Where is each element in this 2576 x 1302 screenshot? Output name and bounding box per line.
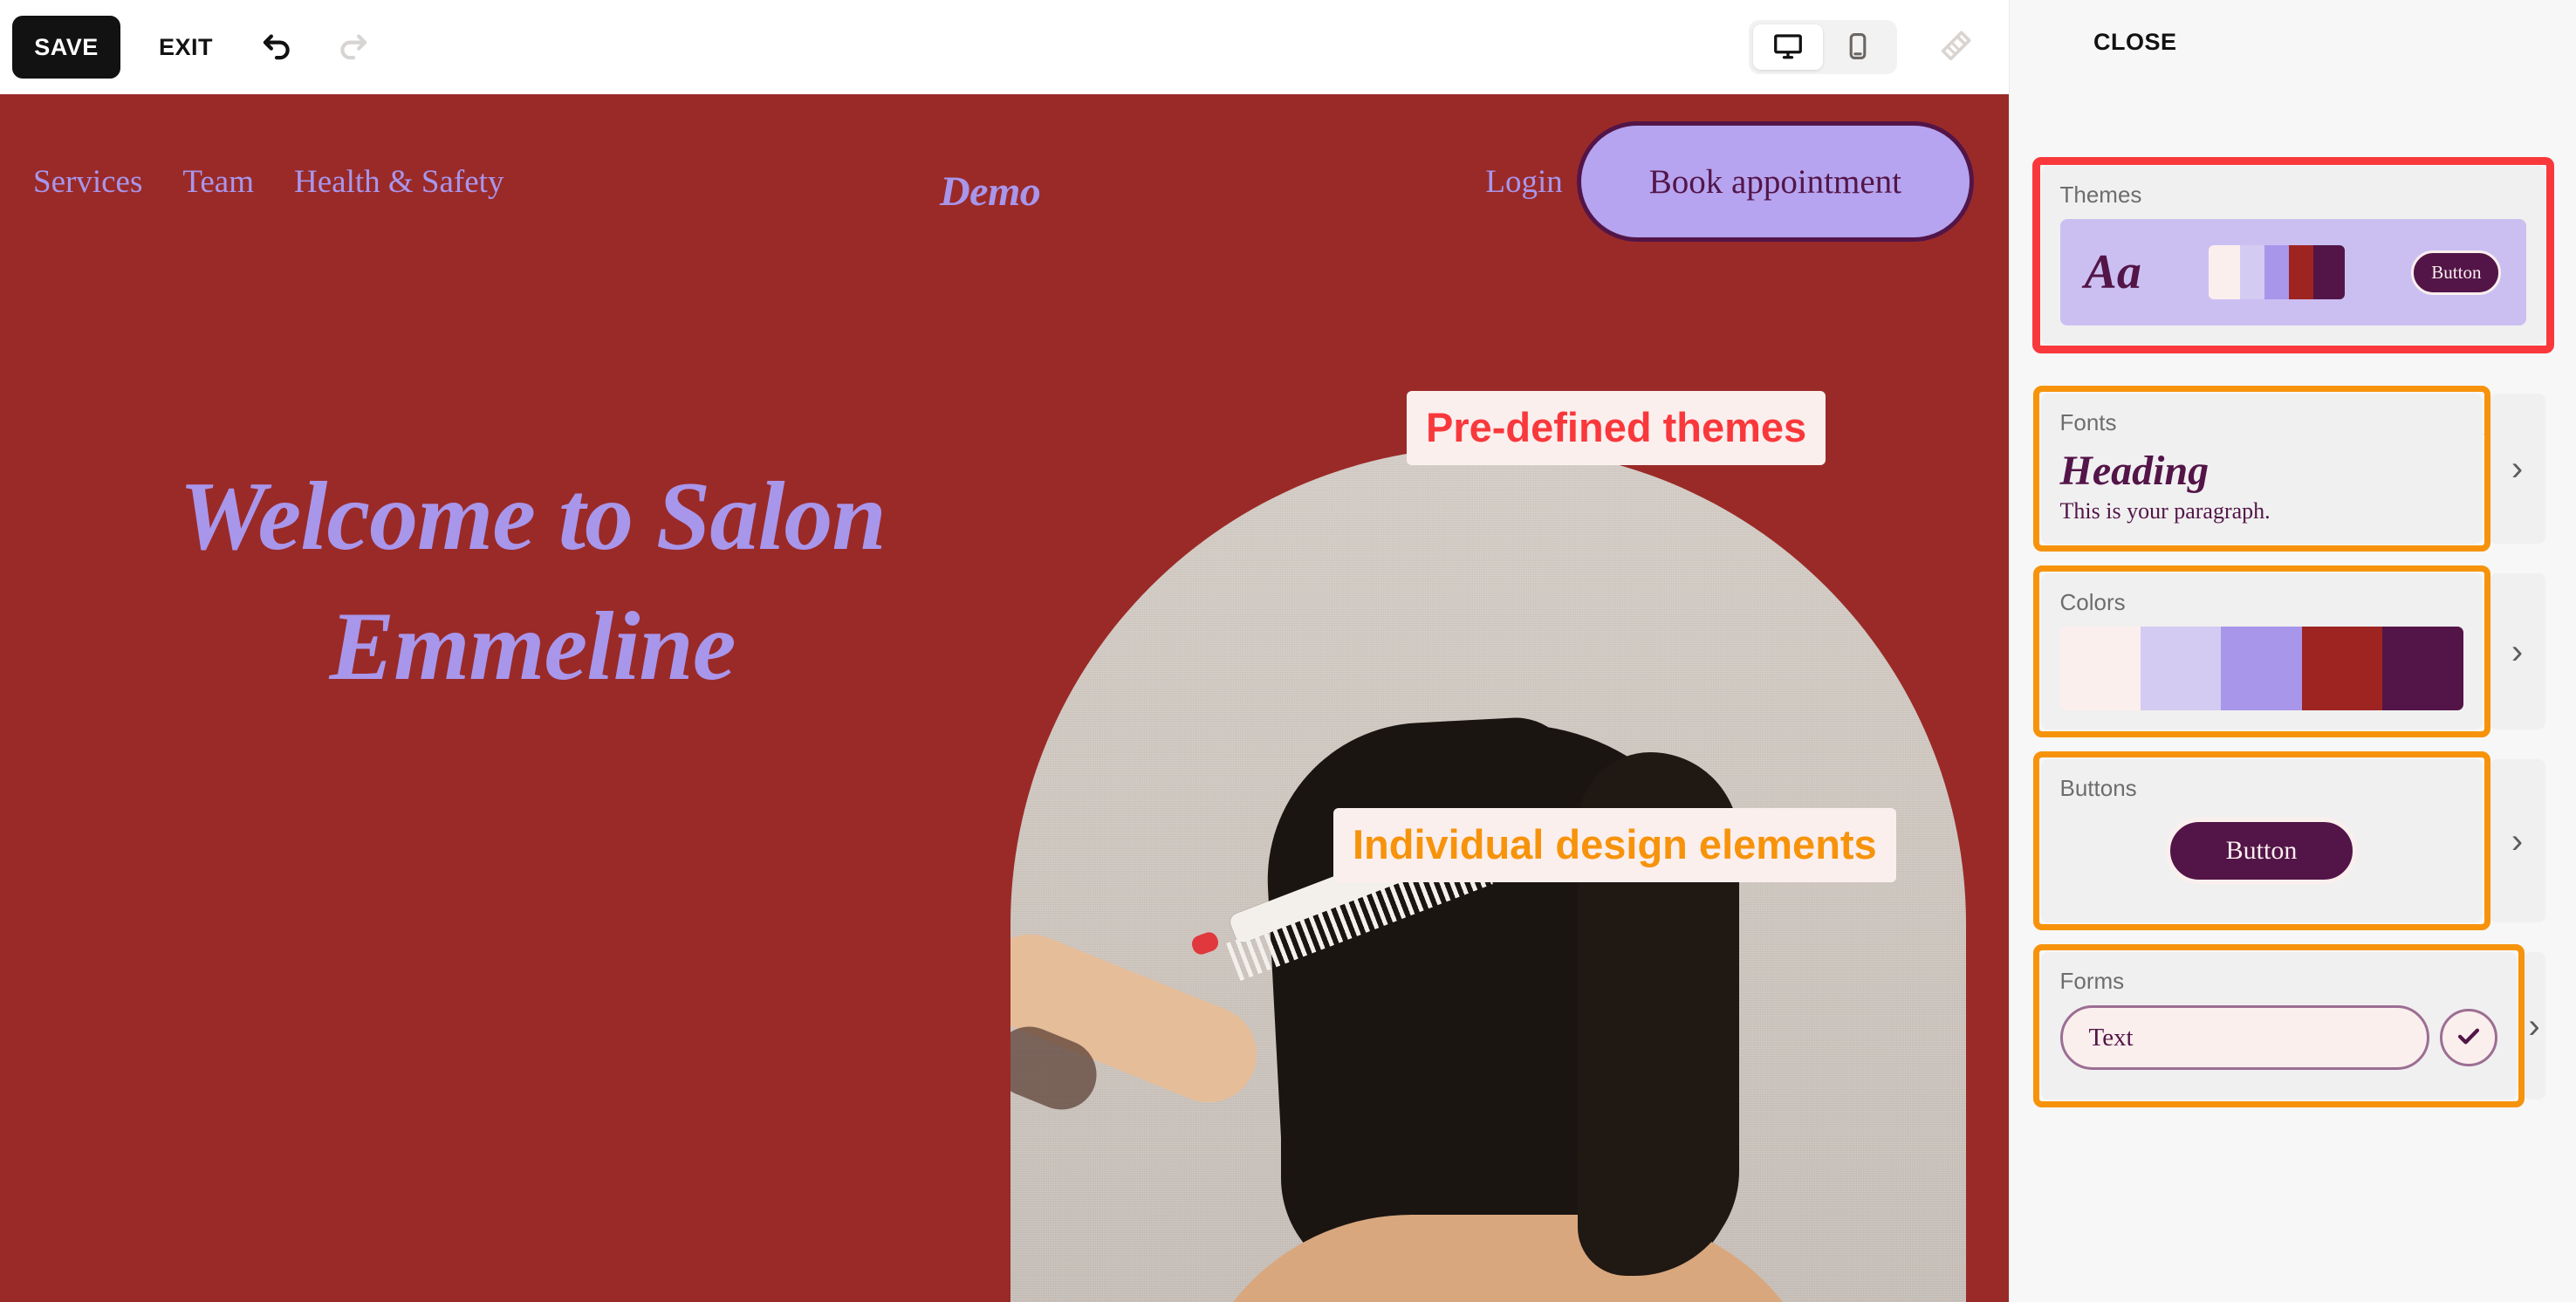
hero-heading[interactable]: Welcome to Salon Emmeline <box>52 452 1012 712</box>
panel-row-fonts: Fonts Heading This is your paragraph. › <box>2032 386 2545 552</box>
color-swatch-4[interactable] <box>2301 627 2383 711</box>
theme-swatch-4 <box>2288 245 2313 299</box>
colors-panel[interactable]: Colors <box>2032 565 2490 738</box>
theme-font-sample: Aa <box>2084 245 2141 299</box>
paint-brush-icon <box>1935 26 1976 69</box>
form-checkbox[interactable] <box>2439 1009 2497 1067</box>
button-sample[interactable]: Button <box>2165 818 2358 885</box>
book-appointment-button[interactable]: Book appointment <box>1576 121 1974 242</box>
annotation-individual-design-elements: Individual design elements <box>1333 808 1896 882</box>
panel-row-themes: Themes Aa Button <box>2031 157 2554 353</box>
nav-link-health-safety[interactable]: Health & Safety <box>294 163 504 201</box>
device-preview-switcher[interactable] <box>1749 20 1897 74</box>
design-brush-button[interactable] <box>1929 20 1983 74</box>
site-nav-links: Services Team Health & Safety <box>33 163 504 201</box>
nav-link-services[interactable]: Services <box>33 163 142 201</box>
theme-swatch-2 <box>2239 245 2264 299</box>
colors-label: Colors <box>2059 589 2126 616</box>
save-button[interactable]: SAVE <box>12 16 120 79</box>
colors-swatch-row[interactable] <box>2059 627 2463 711</box>
chevron-right-icon: › <box>2511 449 2524 489</box>
chevron-right-icon: › <box>2511 632 2524 671</box>
color-swatch-2[interactable] <box>2140 627 2222 711</box>
forms-panel[interactable]: Forms <box>2032 944 2525 1108</box>
fonts-panel[interactable]: Fonts Heading This is your paragraph. <box>2032 386 2490 552</box>
themes-panel[interactable]: Themes Aa Button <box>2040 166 2545 345</box>
site-logo[interactable]: Demo <box>940 168 1041 216</box>
close-button[interactable]: CLOSE <box>2093 29 2177 56</box>
undo-icon <box>257 28 297 67</box>
panel-row-forms: Forms › <box>2032 944 2545 1108</box>
desktop-monitor-icon <box>1772 31 1804 65</box>
form-preview-wrap <box>2059 1005 2497 1071</box>
fonts-label: Fonts <box>2059 409 2117 435</box>
buttons-panel[interactable]: Buttons Button <box>2032 751 2490 931</box>
design-panel-list: Themes Aa Button Fonts Heading This is y… <box>2010 157 2576 1114</box>
undo-button[interactable] <box>250 20 304 74</box>
fonts-expand-button[interactable]: › <box>2489 394 2545 545</box>
exit-button[interactable]: EXIT <box>159 34 213 61</box>
chevron-right-icon: › <box>2511 821 2524 860</box>
color-swatch-3[interactable] <box>2221 627 2302 711</box>
mobile-view-button[interactable] <box>1823 24 1893 70</box>
button-preview-wrap: Button <box>2060 812 2463 893</box>
color-swatch-5[interactable] <box>2382 627 2463 711</box>
redo-icon <box>333 28 373 67</box>
theme-swatch-5 <box>2312 245 2345 299</box>
buttons-label: Buttons <box>2059 775 2137 802</box>
theme-preview[interactable]: Aa Button <box>2059 219 2526 326</box>
desktop-view-button[interactable] <box>1753 24 1823 70</box>
model-hair-front <box>1259 714 1600 1220</box>
theme-swatch-3 <box>2264 245 2289 299</box>
check-icon <box>2454 1021 2484 1055</box>
forms-label: Forms <box>2059 968 2125 995</box>
color-swatch-1[interactable] <box>2059 627 2141 711</box>
theme-swatch-strip <box>2208 245 2345 299</box>
design-sidebar: CLOSE Themes Aa Button Fonts Heading Thi… <box>2009 0 2576 1302</box>
toolbar-right-group <box>1749 20 2009 74</box>
site-nav-actions: Login Book appointment <box>1485 121 2009 242</box>
themes-label: Themes <box>2059 182 2142 208</box>
mobile-phone-icon <box>1843 31 1873 64</box>
website-preview-canvas[interactable]: Services Team Health & Safety Login Book… <box>0 94 2009 1302</box>
buttons-expand-button[interactable]: › <box>2489 759 2545 923</box>
chevron-right-icon: › <box>2528 1006 2540 1045</box>
nav-link-team[interactable]: Team <box>182 163 254 201</box>
annotation-predefined-themes: Pre-defined themes <box>1407 391 1826 465</box>
theme-swatch-1 <box>2208 245 2240 299</box>
panel-row-colors: Colors › <box>2032 565 2545 738</box>
login-link[interactable]: Login <box>1485 163 1562 201</box>
colors-expand-button[interactable]: › <box>2489 573 2545 730</box>
panel-row-buttons: Buttons Button › <box>2032 751 2545 931</box>
editor-toolbar: SAVE EXIT <box>0 0 2009 94</box>
form-text-input[interactable] <box>2059 1005 2429 1071</box>
fonts-heading-sample: Heading <box>2059 448 2209 494</box>
fonts-paragraph-sample: This is your paragraph. <box>2059 498 2271 524</box>
theme-button-sample[interactable]: Button <box>2411 250 2502 295</box>
redo-button[interactable] <box>326 20 380 74</box>
forms-expand-button[interactable]: › <box>2523 952 2545 1100</box>
